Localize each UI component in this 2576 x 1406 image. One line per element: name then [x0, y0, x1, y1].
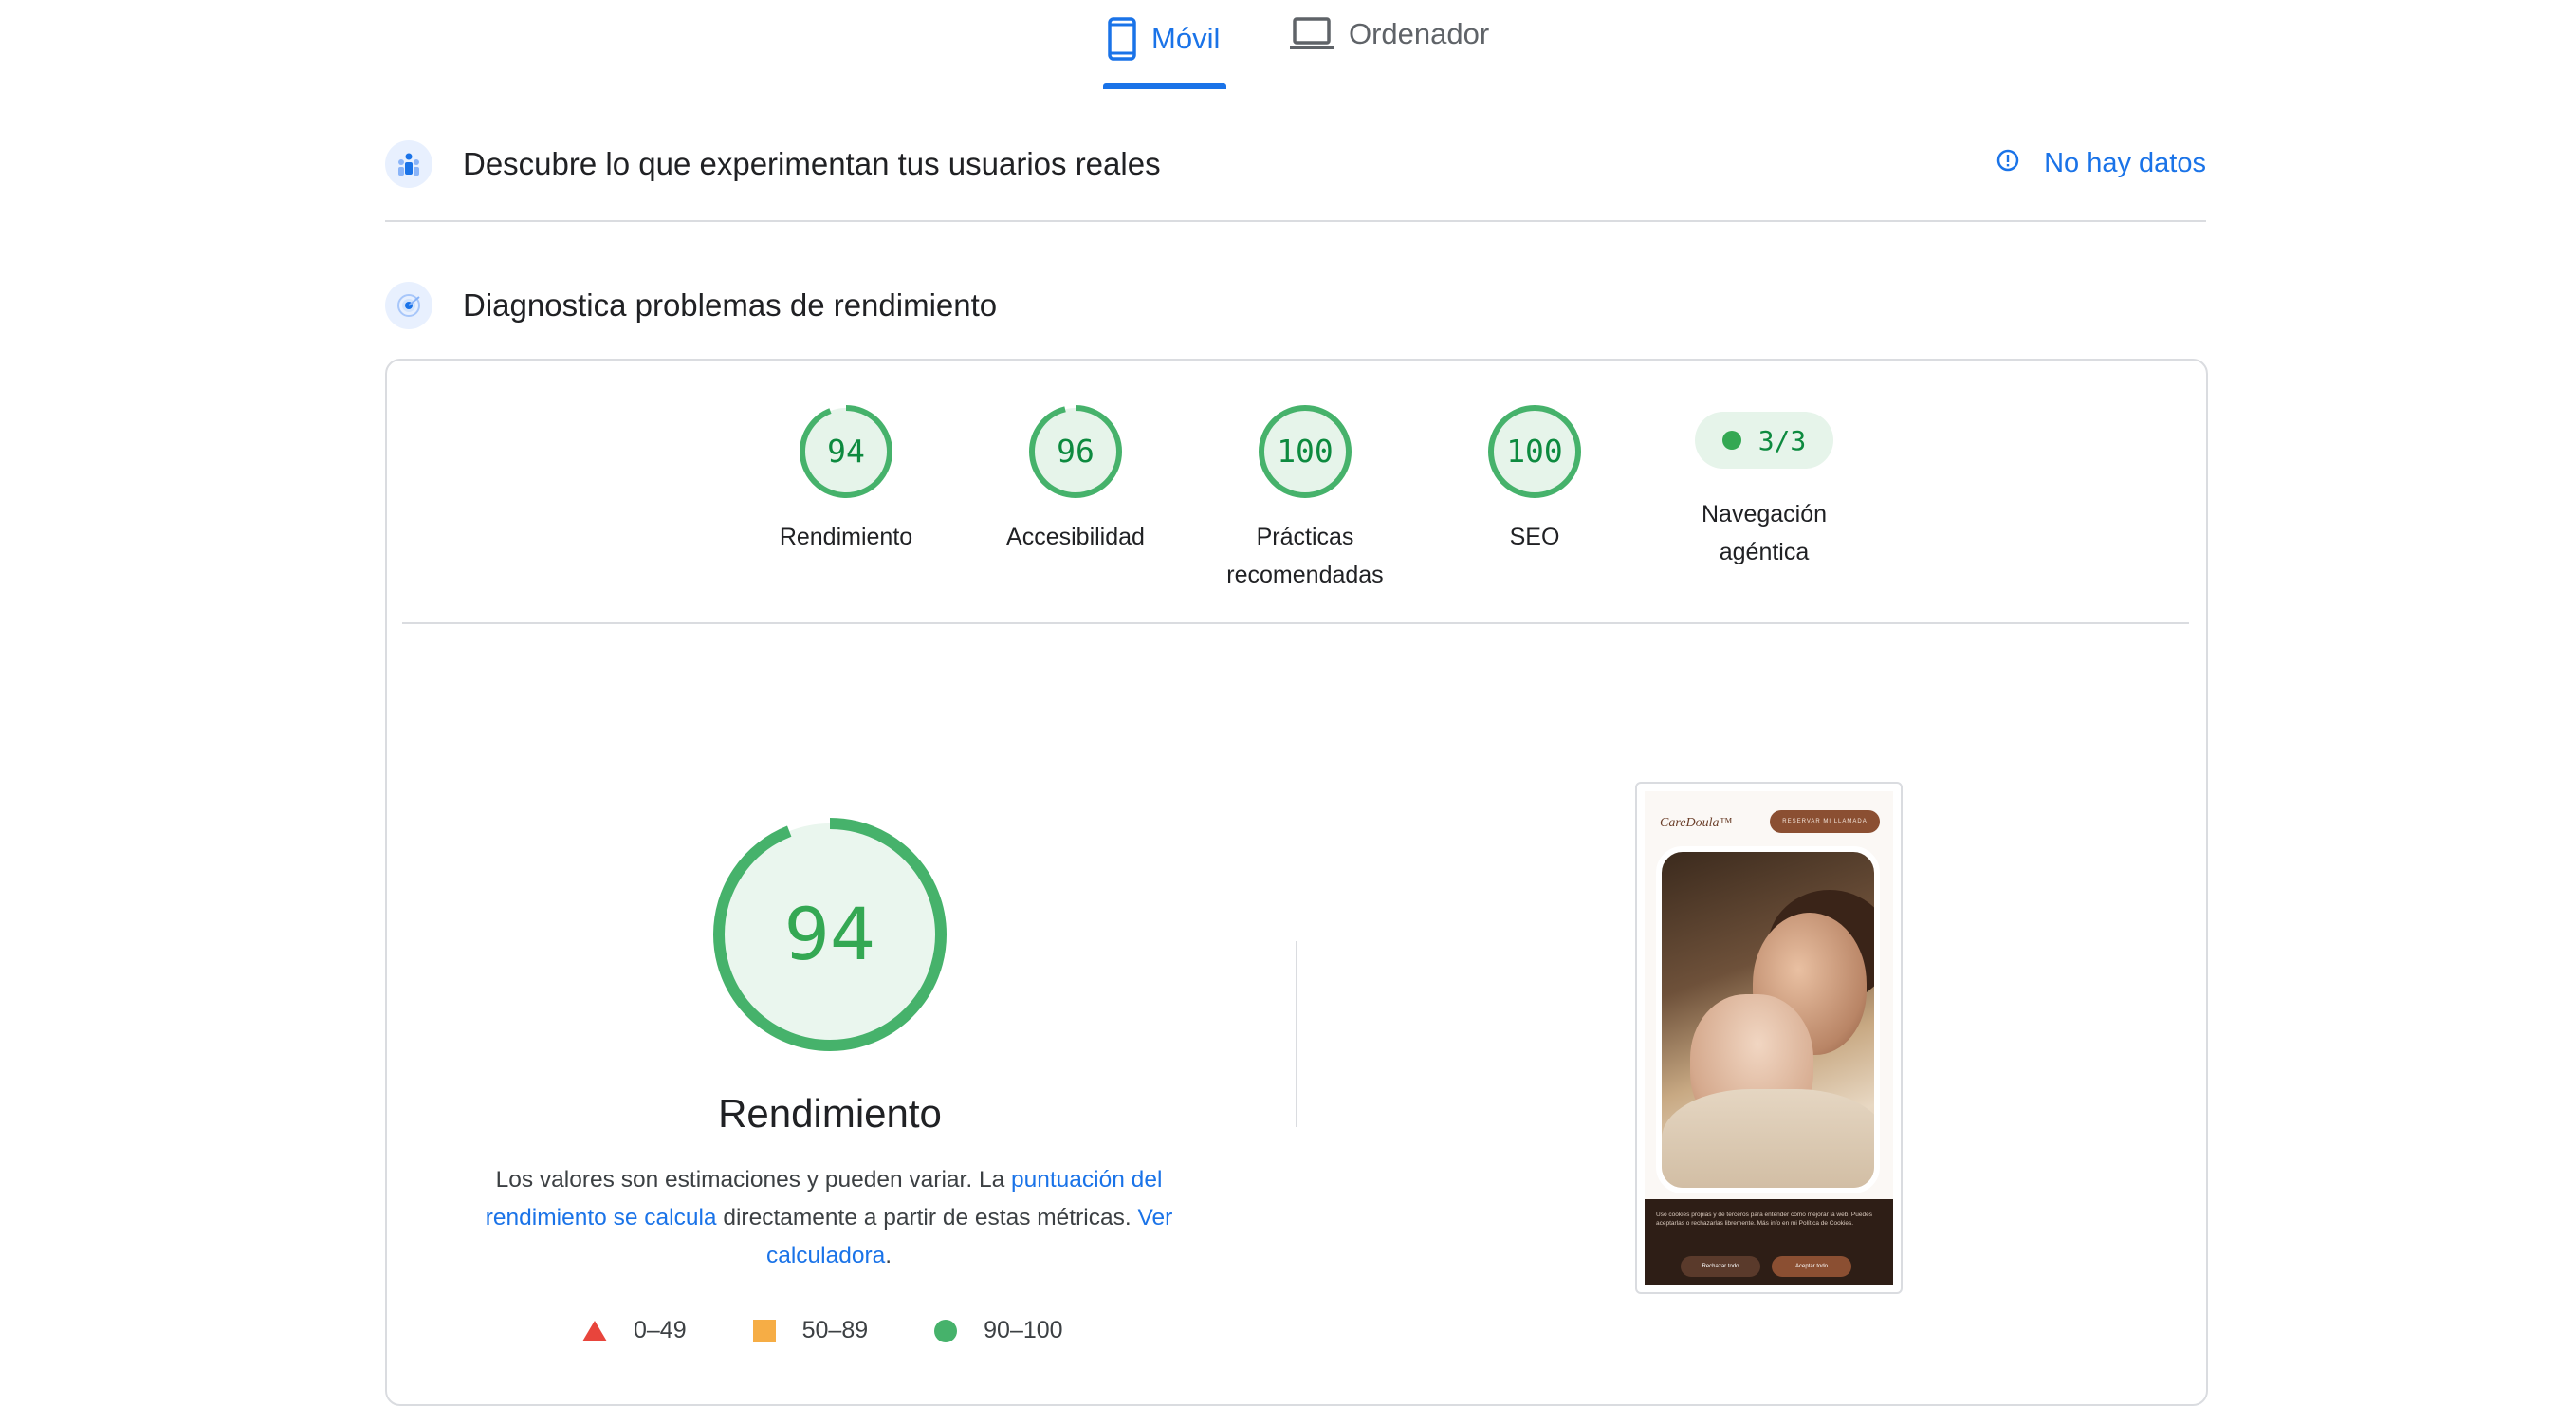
photo-shape [1662, 1089, 1874, 1188]
performance-description: Los valores son estimaciones y pueden va… [450, 1161, 1208, 1275]
gauge-score: 94 [827, 433, 865, 470]
users-icon [385, 140, 432, 188]
hero-photo [1656, 846, 1880, 1193]
legend-label: 90–100 [984, 1317, 1063, 1343]
gauge-score: 96 [1057, 433, 1095, 470]
phone-icon [1108, 17, 1136, 61]
performance-title: Rendimiento [718, 1091, 942, 1136]
tab-mobile-label: Móvil [1151, 22, 1221, 55]
agentic-score: 3/3 [1757, 424, 1807, 456]
score-legend: 0–49 50–89 90–100 [582, 1317, 1130, 1344]
legend-label: 0–49 [634, 1317, 687, 1343]
performance-big-gauge: 94 [711, 816, 948, 1053]
triangle-icon [582, 1320, 607, 1341]
active-tab-indicator [1103, 83, 1226, 89]
tab-mobile[interactable]: Móvil [1108, 17, 1220, 61]
gauge-score: 100 [1277, 433, 1334, 470]
site-logo: CareDoula™ [1660, 816, 1733, 830]
square-icon [752, 1319, 776, 1342]
accept-button: Aceptar todo [1772, 1256, 1851, 1277]
no-data-label: No hay datos [2044, 148, 2206, 178]
gauge-label: Accesibilidad [1006, 524, 1145, 550]
gauge-label: Navegación agéntica [1701, 501, 1828, 565]
gauge-agentic-navigation[interactable]: 3/3 Navegación agéntica [1669, 397, 1859, 571]
section-divider [385, 220, 2206, 222]
pass-dot [1721, 431, 1741, 450]
tab-desktop-label: Ordenador [1349, 17, 1490, 50]
desc-text: Los valores son estimaciones y pueden va… [495, 1167, 1011, 1193]
reject-button: Rechazar todo [1681, 1256, 1760, 1277]
laptop-icon [1290, 17, 1334, 51]
cookie-banner: Uso cookies propias y de terceros para e… [1645, 1199, 1893, 1285]
gauge-label: SEO [1509, 524, 1560, 550]
gauge-performance[interactable]: 94 Rendimiento [751, 404, 941, 556]
site-cta-button: RESERVAR MI LLAMADA [1770, 810, 1880, 833]
report-card: 94 Rendimiento 96 Accesibilidad 100 Prác… [385, 359, 2208, 1406]
legend-item-average: 50–89 [752, 1317, 869, 1344]
card-divider [402, 622, 2189, 624]
legend-item-fail: 0–49 [582, 1317, 687, 1344]
gauge-ring: 100 [1487, 404, 1582, 499]
field-data-title: Descubre lo que experimentan tus usuario… [463, 146, 1161, 181]
field-data-header: Descubre lo que experimentan tus usuario… [385, 140, 2206, 188]
tab-desktop[interactable]: Ordenador [1290, 17, 1489, 51]
lab-data-header: Diagnostica problemas de rendimiento [385, 282, 2206, 329]
gauge-label: Rendimiento [779, 524, 913, 550]
desc-text: . [885, 1243, 892, 1268]
device-tabs: Móvil Ordenador [0, 0, 2576, 95]
desc-text: directamente a partir de estas métricas. [716, 1205, 1138, 1230]
gauge-seo[interactable]: 100 SEO [1440, 404, 1629, 556]
gauge-ring: 94 [799, 404, 893, 499]
agentic-pill: 3/3 [1695, 412, 1833, 469]
vertical-divider [1296, 941, 1297, 1127]
legend-item-pass: 90–100 [934, 1317, 1063, 1344]
gauge-accessibility[interactable]: 96 Accesibilidad [981, 404, 1170, 556]
circle-icon [934, 1319, 958, 1342]
gauge-best-practices[interactable]: 100 Prácticas recomendadas [1210, 404, 1400, 594]
gauge-ring: 96 [1028, 404, 1123, 499]
no-data-status[interactable]: No hay datos [1996, 148, 2206, 179]
screenshot-content: CareDoula™ RESERVAR MI LLAMADA Uso cooki… [1645, 791, 1893, 1285]
cookie-text: Uso cookies propias y de terceros para e… [1656, 1212, 1872, 1227]
performance-score: 94 [783, 892, 876, 976]
lab-data-title: Diagnostica problemas de rendimiento [463, 287, 998, 323]
gauge-label: Prácticas recomendadas [1226, 524, 1384, 588]
gauge-score: 100 [1506, 433, 1563, 470]
legend-label: 50–89 [801, 1317, 869, 1343]
diagnostics-icon [385, 282, 432, 329]
info-icon [1996, 148, 2019, 179]
page-screenshot: CareDoula™ RESERVAR MI LLAMADA Uso cooki… [1635, 782, 1903, 1294]
gauge-ring: 100 [1258, 404, 1352, 499]
